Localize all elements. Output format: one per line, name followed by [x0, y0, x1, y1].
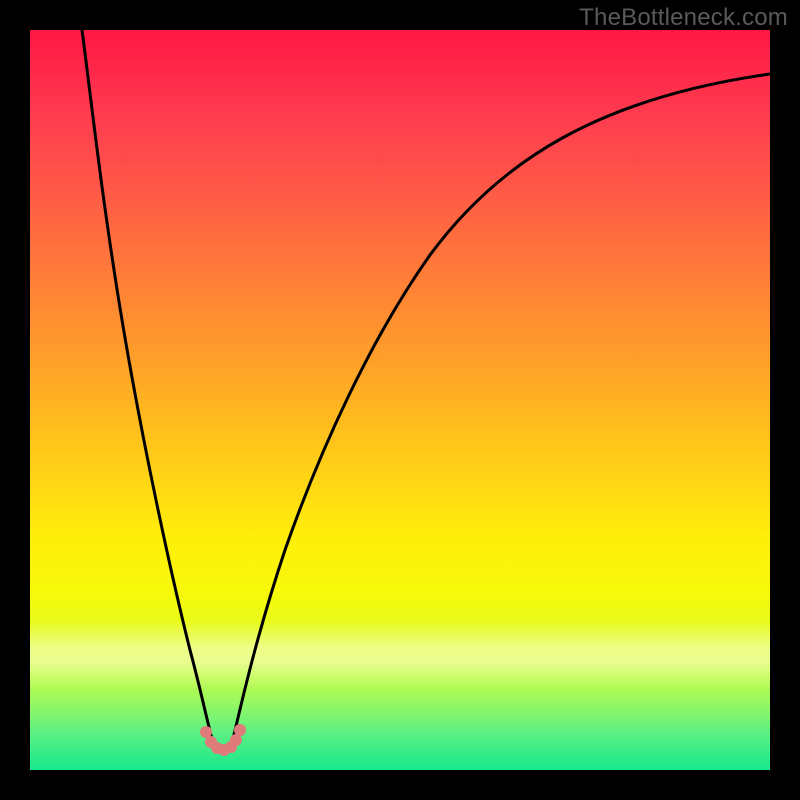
left-curve [82, 30, 213, 743]
minimum-marker [200, 724, 246, 756]
chart-curves [30, 30, 770, 770]
chart-frame: TheBottleneck.com [0, 0, 800, 800]
watermark-text: TheBottleneck.com [579, 4, 788, 32]
right-curve [232, 74, 770, 743]
plot-area [30, 30, 770, 770]
